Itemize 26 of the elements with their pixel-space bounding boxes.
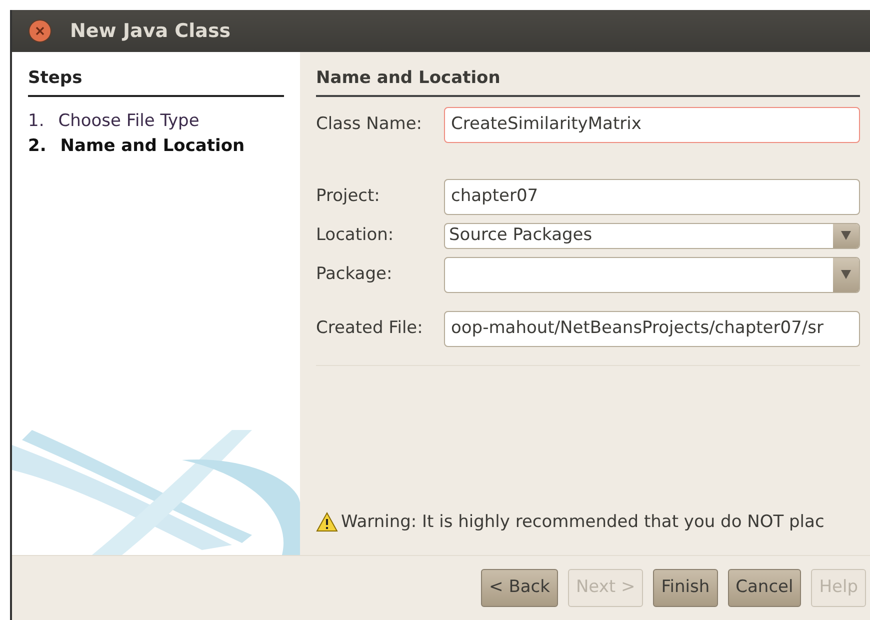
step-label: Choose File Type — [58, 110, 200, 132]
warning-message: Warning: It is highly recommended that you do NOT plac — [341, 510, 824, 534]
section-heading: Name and Location — [316, 66, 860, 96]
dropdown-field[interactable] — [444, 256, 860, 292]
step-label: Name and Location — [60, 134, 245, 158]
caret-icon[interactable] — [841, 231, 851, 240]
field-label: Project: — [316, 184, 381, 208]
input-field[interactable]: oop-mahout/NetBeansProjects/chapter07/sr — [444, 310, 860, 346]
field-label: Package: — [316, 262, 394, 286]
dropdown-value: Source Packages — [448, 224, 592, 245]
input-field[interactable]: CreateSimilarityMatrix — [444, 106, 860, 142]
field-label: Created File: — [316, 316, 424, 340]
close-icon[interactable] — [28, 19, 52, 43]
steps-heading: Steps — [28, 66, 284, 96]
step-number: 2. — [28, 134, 46, 158]
dialog-button[interactable]: Finish — [653, 569, 718, 607]
step-number: 1. — [28, 110, 44, 132]
warning-icon — [316, 512, 338, 532]
field-label: Location: — [316, 224, 395, 247]
caret-icon[interactable] — [841, 270, 851, 279]
field-label: Class Name: — [316, 112, 424, 136]
window-title: New Java Class — [70, 18, 231, 44]
dropdown-field[interactable]: Source Packages — [444, 222, 860, 248]
dialog-button[interactable]: < Back — [481, 569, 558, 607]
dialog-button[interactable]: Cancel — [728, 569, 802, 607]
input-field[interactable]: chapter07 — [444, 178, 860, 214]
